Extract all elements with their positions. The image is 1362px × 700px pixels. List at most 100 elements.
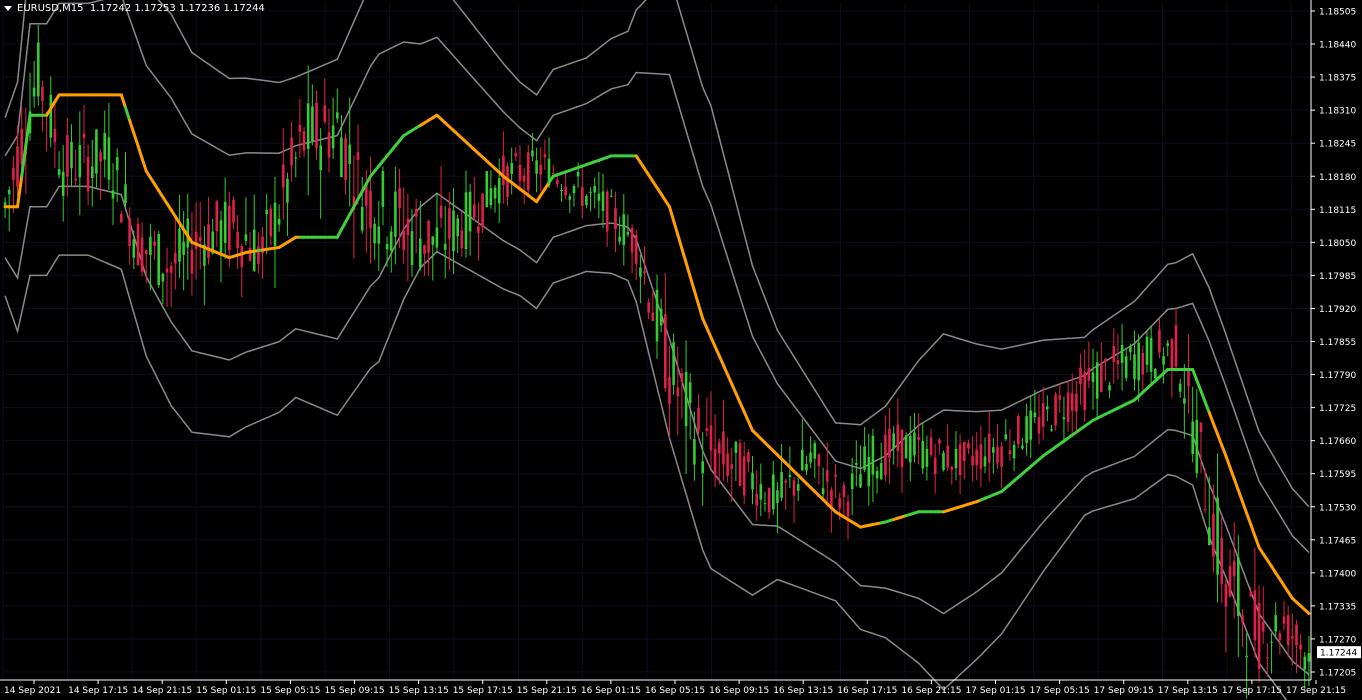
ma-segment <box>672 219 680 237</box>
candle-body <box>576 171 580 177</box>
candle-body <box>265 209 268 215</box>
candle-body <box>294 157 297 159</box>
candle-body <box>979 444 983 469</box>
y-tick-label: 1.17660 <box>1319 437 1356 447</box>
ma-segment <box>713 345 721 358</box>
ma-segment <box>1199 389 1207 404</box>
candle-body <box>954 448 958 469</box>
candle-body <box>240 246 244 267</box>
candle-body <box>659 308 663 326</box>
candle-body <box>91 166 94 178</box>
candle-body <box>1091 372 1095 382</box>
candle-body <box>1191 421 1194 454</box>
candle-body <box>282 164 285 188</box>
candle-body <box>169 266 173 273</box>
candle-body <box>693 439 696 465</box>
candle-body <box>643 271 646 274</box>
candle-body <box>315 102 318 148</box>
candle-body <box>809 452 812 463</box>
y-tick-label: 1.18505 <box>1319 8 1356 18</box>
candle-body <box>817 454 821 466</box>
candle-body <box>207 224 210 258</box>
candle-body <box>419 238 422 268</box>
candle-body <box>1000 446 1003 467</box>
candle-body <box>124 184 127 203</box>
ma-segment <box>746 419 754 432</box>
candle-body <box>664 314 667 389</box>
candle-body <box>1133 354 1136 380</box>
candle-body <box>161 273 165 282</box>
candle-body <box>734 441 738 453</box>
candle-body <box>950 466 954 470</box>
candle-body <box>796 484 800 491</box>
candle-body <box>219 220 223 253</box>
candle-body <box>86 157 90 192</box>
candle-body <box>909 435 912 463</box>
candle-body <box>821 488 825 495</box>
y-tick-label: 1.17400 <box>1319 569 1356 579</box>
candle-body <box>838 498 841 509</box>
candle-body <box>879 463 883 480</box>
candle-body <box>875 471 879 479</box>
candle-body <box>16 146 19 187</box>
candle-body <box>730 464 733 469</box>
candle-body <box>1224 584 1228 607</box>
candle-body <box>340 137 343 178</box>
candle-body <box>290 137 293 166</box>
ma-segment <box>688 275 696 293</box>
candle-body <box>132 239 136 258</box>
y-tick-label: 1.18050 <box>1319 239 1356 249</box>
price-chart[interactable]: 1.18505 1.18440 1.18375 1.18310 1.18245 1.181… <box>0 0 1362 700</box>
candle-body <box>630 227 634 253</box>
x-tick-label: 17 Sep 01:15 <box>966 686 1026 696</box>
candle-body <box>1249 591 1253 597</box>
candle-body <box>223 201 227 243</box>
candle-body <box>992 447 995 453</box>
candle-body <box>448 208 451 239</box>
y-tick-label: 1.18115 <box>1319 206 1356 216</box>
candle-body <box>140 237 144 272</box>
candle-body <box>713 448 717 476</box>
candle-body <box>672 342 675 386</box>
candle-body <box>1070 393 1074 411</box>
candle-body <box>1245 655 1248 658</box>
candle-body <box>37 42 40 97</box>
candle-body <box>1216 497 1219 575</box>
candle-body <box>842 485 846 497</box>
current-price-label: 1.17244 <box>1320 649 1357 659</box>
dropdown-triangle-icon[interactable] <box>4 5 12 11</box>
ma-segment <box>132 131 140 148</box>
candle-body <box>61 171 65 196</box>
candle-body <box>1033 412 1037 418</box>
axes: 1.18505 1.18440 1.18375 1.18310 1.18245 1.181… <box>0 0 1361 696</box>
candle-body <box>622 214 626 246</box>
candle-body <box>531 150 534 157</box>
candle-body <box>626 231 630 235</box>
candle-body <box>751 472 754 490</box>
candle-body <box>1141 352 1145 375</box>
candle-body <box>394 191 397 237</box>
candle-body <box>485 171 489 207</box>
candle-body <box>709 425 713 451</box>
x-tick-label: 14 Sep 2021 <box>4 686 61 696</box>
candle-body <box>668 376 671 404</box>
candle-body <box>967 442 970 449</box>
candle-body <box>784 480 787 483</box>
candle-body <box>327 132 331 158</box>
candle-body <box>888 428 891 458</box>
candle-body <box>1017 416 1020 445</box>
x-tick-label: 15 Sep 09:15 <box>325 686 385 696</box>
ma-segment <box>1191 368 1199 382</box>
candle-body <box>1203 509 1207 511</box>
candle-body <box>236 231 239 248</box>
candle-body <box>427 221 430 253</box>
candle-body <box>7 189 11 195</box>
x-tick-label: 14 Sep 17:15 <box>68 686 128 696</box>
candle-body <box>190 249 194 274</box>
y-tick-label: 1.17595 <box>1319 470 1356 480</box>
candle-body <box>676 387 680 396</box>
x-tick-label: 17 Sep 09:15 <box>1094 686 1154 696</box>
candle-body <box>1120 344 1124 363</box>
candle-body <box>473 204 476 218</box>
candle-body <box>493 187 497 199</box>
